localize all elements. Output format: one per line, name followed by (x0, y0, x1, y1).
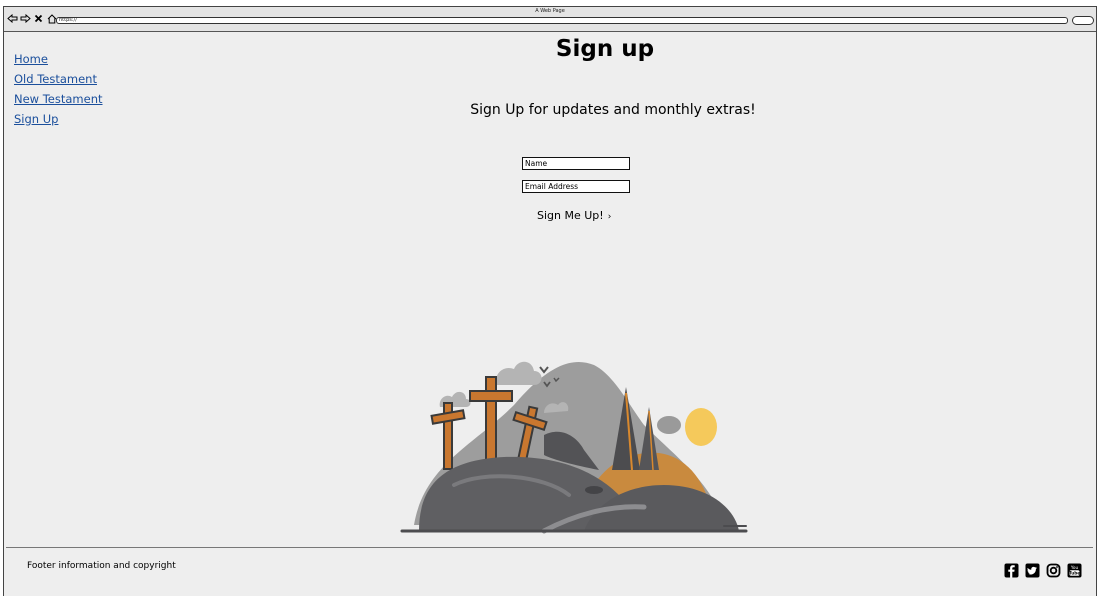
svg-text:Tube: Tube (1069, 571, 1080, 576)
sidebar-nav: Home Old Testament New Testament Sign Up (14, 52, 103, 132)
stop-icon[interactable] (33, 13, 44, 24)
window-title: A Web Page (535, 8, 565, 14)
sun-icon (685, 408, 717, 446)
facebook-icon[interactable] (1004, 563, 1019, 578)
sidebar-link-old-testament[interactable]: Old Testament (14, 72, 103, 86)
submit-label: Sign Me Up! (537, 209, 604, 222)
footer-copyright: Footer information and copyright (27, 561, 176, 571)
chevron-right-icon: › (607, 212, 612, 222)
signup-subtitle: Sign Up for updates and monthly extras! (470, 102, 756, 118)
instagram-icon[interactable] (1046, 563, 1061, 578)
back-icon[interactable] (7, 13, 18, 24)
three-crosses-hill-illustration (400, 361, 748, 534)
email-input[interactable]: Email Address (522, 180, 630, 193)
social-links: You Tube (1004, 563, 1082, 578)
youtube-icon[interactable]: You Tube (1067, 563, 1082, 578)
rock-icon (585, 486, 603, 494)
browser-search-field[interactable] (1072, 16, 1094, 25)
name-input[interactable]: Name (522, 157, 630, 170)
svg-text:You: You (1070, 565, 1079, 570)
twitter-icon[interactable] (1025, 563, 1040, 578)
footer-divider (6, 547, 1093, 548)
address-bar[interactable]: https:// (56, 17, 1068, 24)
browser-window: A Web Page https:// Home Old Testament N… (3, 6, 1097, 596)
browser-nav-buttons (7, 13, 57, 24)
browser-titlebar: A Web Page https:// (4, 7, 1096, 32)
forward-icon[interactable] (20, 13, 31, 24)
sign-me-up-button[interactable]: Sign Me Up! › (537, 209, 611, 222)
cloud-icon (495, 361, 542, 385)
bird-icon (539, 366, 549, 374)
page-title: Sign up (555, 36, 655, 62)
rock-icon (657, 416, 681, 434)
